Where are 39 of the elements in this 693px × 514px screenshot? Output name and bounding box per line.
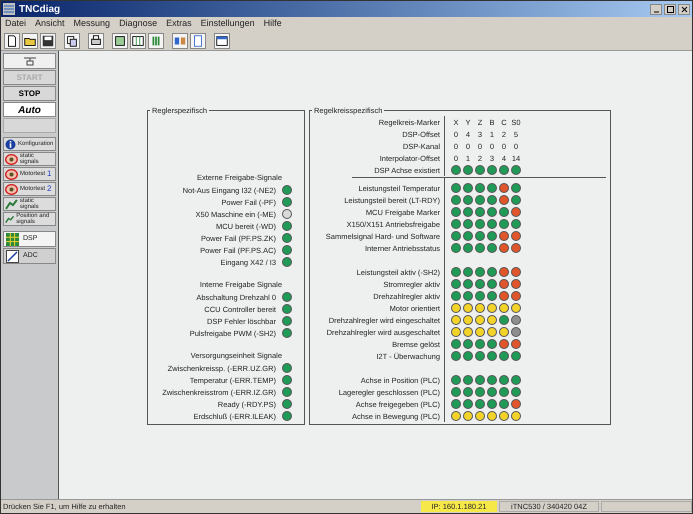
menu-item[interactable]: Einstellungen — [200, 17, 255, 31]
close-button[interactable] — [678, 4, 690, 14]
minimize-button[interactable] — [650, 4, 662, 14]
split-icon[interactable] — [172, 32, 188, 48]
panel-icon[interactable] — [112, 32, 128, 48]
mode-button[interactable]: STOP — [3, 86, 56, 101]
ring-icon — [5, 184, 18, 194]
ring-icon — [5, 154, 18, 164]
app-icon — [3, 3, 15, 15]
tool-number: 1 — [47, 171, 52, 177]
info-icon — [5, 138, 16, 150]
print-icon[interactable] — [88, 32, 104, 48]
window-icon[interactable] — [214, 32, 230, 48]
document-icon[interactable] — [190, 32, 206, 48]
copy-icon[interactable] — [64, 32, 80, 48]
close-icon — [680, 6, 688, 12]
menu-item[interactable]: Datei — [5, 17, 26, 31]
menu-item[interactable]: Hilfe — [264, 17, 282, 31]
menu-item[interactable]: Messung — [74, 17, 110, 31]
network-button[interactable] — [3, 53, 56, 69]
network-icon — [22, 56, 36, 66]
menu-item[interactable]: Ansicht — [35, 17, 65, 31]
tool-number: 2 — [47, 186, 52, 192]
pen-icon — [6, 250, 19, 262]
probe-icon — [5, 214, 14, 224]
grid-icon — [6, 232, 19, 246]
maximize-button[interactable] — [664, 4, 676, 14]
menu-item[interactable]: Diagnose — [119, 17, 158, 31]
probe-icon — [5, 198, 18, 210]
maximize-icon — [666, 6, 674, 12]
bars-icon[interactable] — [148, 32, 164, 48]
mode-button[interactable]: Auto — [3, 102, 56, 117]
new-file-icon[interactable] — [4, 32, 20, 48]
ring-icon — [5, 168, 18, 180]
columns-icon[interactable] — [130, 32, 146, 48]
menu-item[interactable]: Extras — [166, 17, 192, 31]
window-title: TNCdiag — [19, 2, 60, 16]
folder-icon[interactable] — [22, 32, 38, 48]
save-icon[interactable] — [40, 32, 56, 48]
